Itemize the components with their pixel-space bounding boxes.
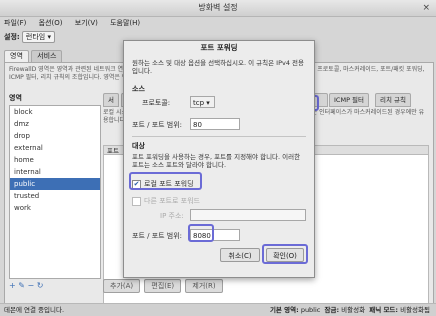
dialog-title: 포트 포워딩 [200,43,238,52]
status-lockdown-label: 잠금: [324,306,340,314]
status-panic-value: 비활성화됨 [400,306,430,314]
source-heading: 소스 [132,85,145,93]
ip-address-input[interactable] [190,209,306,221]
list-item-selected[interactable]: public [10,178,100,190]
tab-port-forwarding[interactable] [314,93,328,107]
status-default-zone-label: 기본 영역: [269,306,299,314]
cancel-button[interactable]: 취소(C) [220,248,260,262]
local-forwarding-option[interactable]: ✔ 로컬 포트 포워딩 [132,179,194,189]
menu-file[interactable]: 파일(F) [4,17,26,29]
dialog-intro: 원하는 소스 및 대상 옵션을 선택하십시오. 이 규칙은 IPv4 전용입니다… [132,59,305,75]
status-panic-label: 패닉 모드: [369,306,399,314]
configuration-row: 설정: 런타임 ▾ [4,31,55,43]
other-port-option[interactable]: 다른 포트로 포워드 [132,196,200,206]
chevron-down-icon: ▾ [47,33,51,41]
status-bar: 데몬에 연결 중입니다. 기본 영역: public 잠금: 비활성화 패닉 모… [0,303,436,316]
tab-rich-rules[interactable]: 리치 규칙 [375,93,411,107]
status-details: 기본 영역: public 잠금: 비활성화 패닉 모드: 비활성화됨 [270,304,430,316]
mode-tabs: 영역 서비스 [4,50,63,62]
zone-toolbar[interactable]: + ✎ − ↻ [9,281,43,290]
menu-bar: 파일(F) 옵션(O) 보기(V) 도움말(H) [0,17,436,29]
edit-button[interactable]: 편집(E) [144,279,182,293]
destination-port-label: 포트 / 포트 범위: [132,232,183,240]
list-item[interactable]: trusted [10,190,100,202]
port-forward-buttons: 추가(A) 편집(E) 제거(R) [103,279,225,293]
list-item[interactable]: internal [10,166,100,178]
list-item[interactable]: external [10,142,100,154]
other-port-checkbox[interactable] [132,196,141,206]
port-forwarding-dialog: 포트 포워딩 원하는 소스 및 대상 옵션을 선택하십시오. 이 규칙은 IPv… [123,40,315,278]
protocol-label: 프로토콜: [142,99,171,107]
protocol-value: tcp [193,99,205,107]
tab-icmp-filter[interactable]: ICMP 필터 [329,93,370,107]
close-icon[interactable]: × [422,0,430,16]
status-connection: 데몬에 연결 중입니다. [4,306,65,314]
configuration-value: 런타임 [25,33,46,41]
zone-list: block dmz drop external home internal pu… [9,105,101,279]
source-port-label: 포트 / 포트 범위: [132,121,183,129]
protocol-select[interactable]: tcp ▾ [190,96,215,108]
configuration-label: 설정: [4,33,20,41]
local-forwarding-checkbox[interactable]: ✔ [132,179,141,189]
tab-zones[interactable]: 영역 [4,50,29,62]
chevron-down-icon: ▾ [206,99,210,107]
destination-heading: 대상 [132,142,145,150]
configuration-select[interactable]: 런타임 ▾ [21,31,55,43]
tab-services-sub[interactable]: 서 [103,93,119,107]
tab-services[interactable]: 서비스 [31,50,63,62]
add-button[interactable]: 추가(A) [103,279,141,293]
local-forwarding-label: 로컬 포트 포워딩 [144,180,194,188]
source-port-input[interactable]: 80 [190,118,240,130]
window-title-bar: 방화벽 설정 × [0,0,436,17]
destination-port-input[interactable]: 8080 [190,229,240,241]
status-lockdown-value: 비활성화 [341,306,366,314]
list-item[interactable]: dmz [10,118,100,130]
remove-button[interactable]: 제거(R) [185,279,223,293]
ok-button[interactable]: 확인(O) [266,248,304,262]
status-default-zone-value: public [300,306,321,314]
menu-help[interactable]: 도움말(H) [110,17,140,29]
window-title: 방화벽 설정 [198,3,238,12]
ip-address-label: IP 주소: [160,212,184,220]
list-item[interactable]: home [10,154,100,166]
divider [132,136,306,137]
list-item[interactable]: block [10,106,100,118]
zones-heading: 영역 [9,94,22,102]
list-item[interactable]: work [10,202,100,214]
destination-description: 포트 포워딩을 사용하는 경우, 포트를 지정해야 합니다. 이러한 포트는 소… [132,153,301,169]
menu-view[interactable]: 보기(V) [75,17,98,29]
menu-options[interactable]: 옵션(O) [39,17,63,29]
other-port-label: 다른 포트로 포워드 [144,197,200,205]
list-item[interactable]: drop [10,130,100,142]
